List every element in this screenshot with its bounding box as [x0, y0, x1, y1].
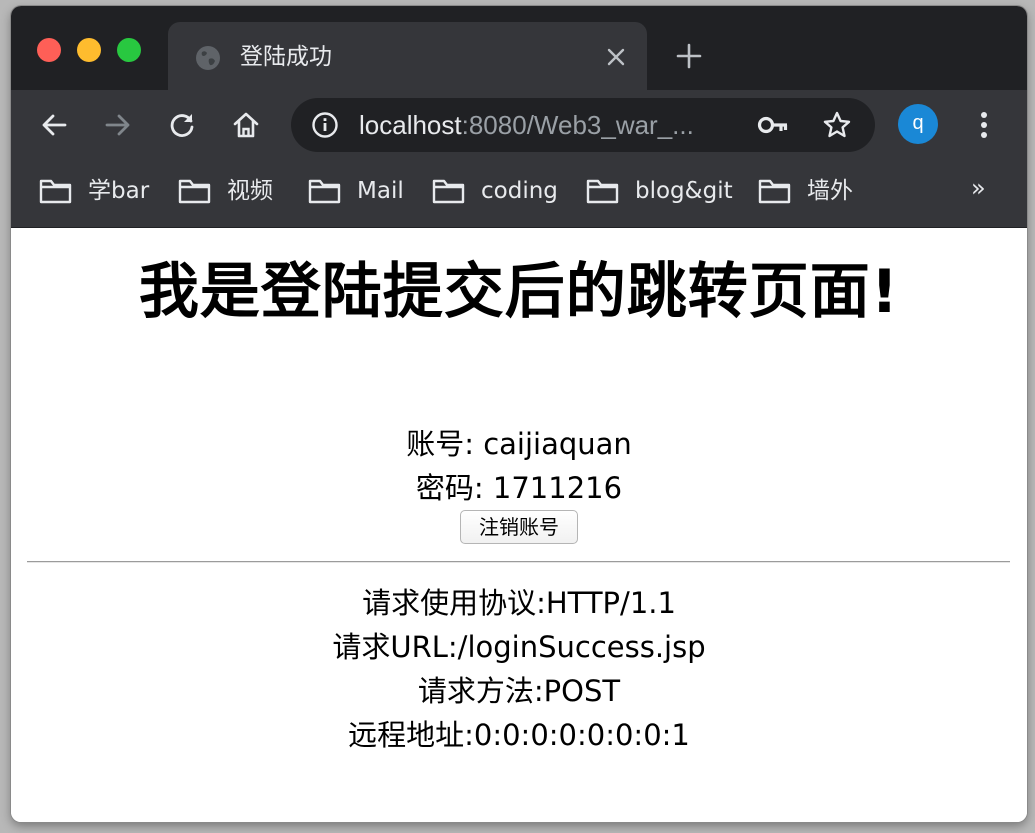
- page-content: 我是登陆提交后的跳转页面! 账号: caijiaquan 密码: 1711216…: [11, 228, 1027, 822]
- folder-icon: [586, 179, 619, 204]
- new-tab-plus-icon[interactable]: [675, 42, 703, 70]
- bookmark-label: 墙外: [807, 178, 853, 204]
- logout-button[interactable]: 注销账号: [460, 510, 578, 544]
- password-line: 密码: 1711216: [415, 471, 623, 505]
- info-icon[interactable]: [311, 111, 339, 139]
- request-method-line: 请求方法:POST: [417, 674, 621, 708]
- browser-window: 登陆成功 localhost:8080/Web3_war_... q 学bar …: [11, 6, 1027, 822]
- close-window-button[interactable]: [37, 38, 61, 62]
- tab-strip: 登陆成功: [11, 6, 1027, 90]
- account-line: 账号: caijiaquan: [406, 427, 632, 461]
- folder-icon: [308, 179, 341, 204]
- more-vertical-icon[interactable]: [969, 110, 999, 140]
- url-host: localhost: [359, 110, 462, 140]
- bookmarks-bar: 学bar 视频 Mail coding blog&git 墙外 »: [11, 160, 1027, 228]
- profile-avatar[interactable]: q: [898, 104, 938, 144]
- key-icon[interactable]: [757, 111, 789, 139]
- tab-active[interactable]: 登陆成功: [168, 22, 647, 90]
- tab-title: 登陆成功: [240, 44, 332, 70]
- home-icon[interactable]: [231, 110, 261, 140]
- folder-icon: [758, 179, 791, 204]
- horizontal-rule: [27, 561, 1010, 563]
- close-icon[interactable]: [602, 43, 630, 71]
- folder-icon: [178, 179, 211, 204]
- address-bar[interactable]: localhost:8080/Web3_war_...: [291, 98, 875, 152]
- url-path: :8080/Web3_war_...: [461, 110, 694, 140]
- bookmarks-overflow-chevron[interactable]: »: [971, 174, 986, 202]
- globe-icon: [196, 46, 220, 70]
- request-url-line: 请求URL:/loginSuccess.jsp: [332, 630, 706, 664]
- bookmark-label: 学bar: [88, 178, 150, 204]
- bookmark-label: Mail: [357, 178, 404, 204]
- back-arrow-icon[interactable]: [39, 110, 69, 140]
- folder-icon: [432, 179, 465, 204]
- bookmark-label: coding: [481, 178, 558, 204]
- address-url[interactable]: localhost:8080/Web3_war_...: [359, 98, 694, 152]
- protocol-line: 请求使用协议:HTTP/1.1: [362, 586, 676, 620]
- minimize-window-button[interactable]: [77, 38, 101, 62]
- page-title: 我是登陆提交后的跳转页面!: [138, 257, 900, 327]
- toolbar: localhost:8080/Web3_war_... q: [11, 90, 1027, 160]
- folder-icon: [39, 179, 72, 204]
- bookmark-label: 视频: [227, 178, 273, 204]
- forward-arrow-icon[interactable]: [103, 110, 133, 140]
- bookmark-label: blog&git: [635, 178, 733, 204]
- reload-icon[interactable]: [167, 110, 197, 140]
- star-icon[interactable]: [822, 110, 852, 140]
- maximize-window-button[interactable]: [117, 38, 141, 62]
- remote-address-line: 远程地址:0:0:0:0:0:0:0:1: [348, 718, 690, 752]
